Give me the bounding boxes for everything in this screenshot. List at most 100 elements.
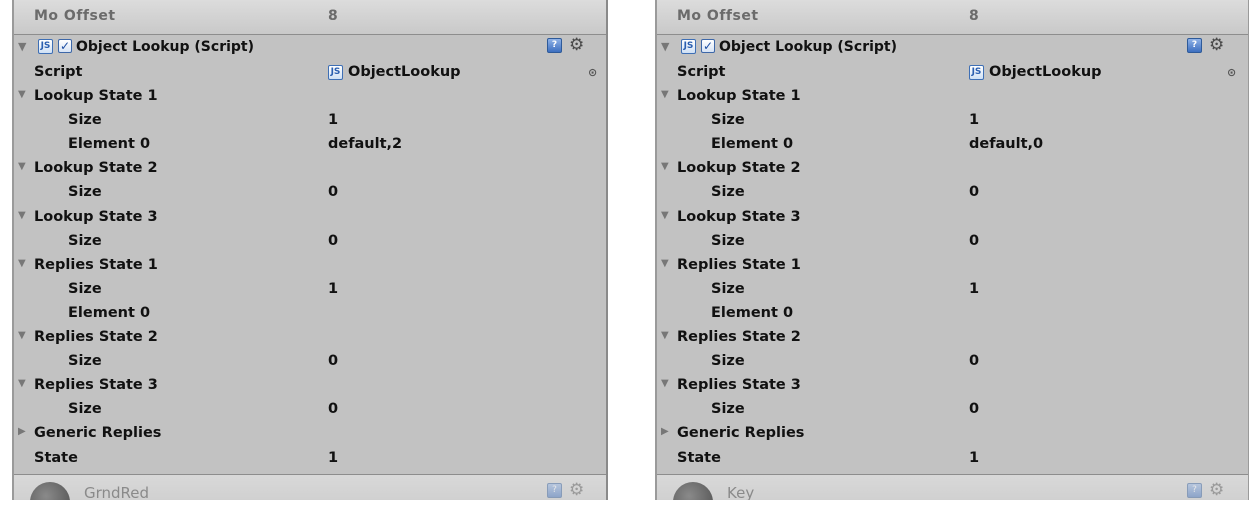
- property-row: Element 0 default,0: [657, 132, 1248, 156]
- javascript-icon: JS: [969, 64, 984, 80]
- separator: [657, 34, 1248, 35]
- gear-icon[interactable]: ⚙: [569, 35, 584, 55]
- triangle-down-icon[interactable]: ▼: [661, 161, 669, 172]
- property-row: State 1: [14, 446, 606, 470]
- inspector-panel-right: Mo Offset 8 ▼ JS ✓ Object Lookup (Script)? ⚙ Sc…: [655, 0, 1249, 500]
- gear-icon[interactable]: ⚙: [1209, 480, 1224, 500]
- property-label: Size: [711, 232, 745, 249]
- script-name: ObjectLookup: [348, 64, 461, 80]
- separator: [14, 34, 606, 35]
- property-value[interactable]: default,2: [328, 136, 402, 152]
- property-row: Size 0: [657, 180, 1248, 204]
- component-header: ▼ JS ✓ Object Lookup (Script)? ⚙: [14, 35, 606, 60]
- help-book-icon[interactable]: ?: [547, 38, 562, 53]
- gear-icon[interactable]: ⚙: [569, 480, 584, 500]
- property-label: Size: [711, 401, 745, 418]
- triangle-down-icon[interactable]: ▼: [661, 330, 669, 341]
- script-name: ObjectLookup: [989, 64, 1102, 80]
- property-value[interactable]: 0: [328, 184, 338, 200]
- property-row: ▼ Replies State 1: [657, 253, 1248, 277]
- triangle-down-icon[interactable]: ▼: [18, 378, 26, 389]
- enabled-checkbox[interactable]: ✓: [701, 39, 715, 53]
- property-row: Size 0: [657, 229, 1248, 253]
- property-row: ▼ Replies State 3: [14, 373, 606, 397]
- property-label: Size: [711, 112, 745, 129]
- property-value[interactable]: 0: [969, 401, 979, 417]
- component-title: Object Lookup (Script): [719, 39, 898, 55]
- mo-offset-value[interactable]: 8: [969, 8, 979, 24]
- property-label: State: [677, 449, 721, 466]
- property-row: State 1: [657, 446, 1248, 470]
- component-title: Object Lookup (Script): [76, 39, 255, 55]
- property-label: Size: [711, 184, 745, 201]
- separator: [657, 474, 1248, 475]
- property-value[interactable]: 0: [969, 184, 979, 200]
- property-value[interactable]: 1: [969, 450, 979, 466]
- property-label: Replies State 3: [34, 377, 158, 394]
- property-value[interactable]: 0: [969, 353, 979, 369]
- object-avatar-icon: [30, 482, 70, 500]
- triangle-right-icon[interactable]: ▶: [18, 426, 26, 437]
- gear-icon[interactable]: ⚙: [1209, 35, 1224, 55]
- next-component-header: Key? ⚙: [657, 474, 1248, 500]
- enabled-checkbox[interactable]: ✓: [58, 39, 72, 53]
- property-row: Size 0: [14, 229, 606, 253]
- property-label: Generic Replies: [34, 425, 162, 442]
- property-label: Replies State 2: [677, 329, 801, 345]
- inspector-panel-left: Mo Offset 8 ▼ JS ✓ Object Lookup (Script)? ⚙ Sc…: [12, 0, 608, 500]
- property-label: Replies State 2: [34, 329, 158, 345]
- property-label: Size: [68, 112, 102, 129]
- script-field[interactable]: JS ObjectLookup: [328, 64, 461, 80]
- next-component-name: Key: [727, 484, 755, 500]
- triangle-down-icon[interactable]: ▼: [661, 258, 669, 269]
- triangle-down-icon[interactable]: ▼: [18, 258, 26, 269]
- property-value[interactable]: 0: [969, 233, 979, 249]
- property-row: Size 0: [14, 397, 606, 421]
- property-row: ▼ Replies State 2: [14, 325, 606, 349]
- property-value[interactable]: 0: [328, 353, 338, 369]
- property-value[interactable]: 1: [969, 112, 979, 128]
- object-picker-icon[interactable]: ⊙: [588, 66, 597, 79]
- property-value[interactable]: 1: [328, 112, 338, 128]
- property-label: Size: [68, 401, 102, 418]
- property-row: Element 0 default,2: [14, 132, 606, 156]
- triangle-down-icon[interactable]: ▼: [661, 210, 669, 221]
- object-picker-icon[interactable]: ⊙: [1227, 66, 1236, 79]
- property-label: Generic Replies: [677, 425, 805, 442]
- property-label: Lookup State 3: [677, 208, 801, 225]
- foldout-arrow-icon[interactable]: ▼: [661, 40, 669, 53]
- property-row: Size 1: [14, 277, 606, 301]
- triangle-right-icon[interactable]: ▶: [661, 426, 669, 437]
- mo-offset-value[interactable]: 8: [328, 8, 338, 24]
- property-value[interactable]: default,0: [969, 136, 1043, 152]
- property-value[interactable]: 0: [328, 401, 338, 417]
- foldout-arrow-icon[interactable]: ▼: [18, 40, 26, 53]
- help-book-icon[interactable]: ?: [1187, 483, 1202, 498]
- property-label: State: [34, 449, 78, 466]
- property-row: ▼ Replies State 3: [657, 373, 1248, 397]
- triangle-down-icon[interactable]: ▼: [18, 330, 26, 341]
- help-book-icon[interactable]: ?: [1187, 38, 1202, 53]
- property-row: ▼ Lookup State 2: [14, 156, 606, 180]
- property-row: Size 1: [657, 277, 1248, 301]
- triangle-down-icon[interactable]: ▼: [661, 378, 669, 389]
- script-field[interactable]: JS ObjectLookup: [969, 64, 1102, 80]
- javascript-icon: JS: [328, 64, 343, 80]
- triangle-down-icon[interactable]: ▼: [18, 89, 26, 100]
- property-value[interactable]: 0: [328, 233, 338, 249]
- property-row: ▼ Lookup State 3: [657, 205, 1248, 229]
- object-avatar-icon: [673, 482, 713, 500]
- triangle-down-icon[interactable]: ▼: [18, 210, 26, 221]
- triangle-down-icon[interactable]: ▼: [18, 161, 26, 172]
- property-value[interactable]: 1: [328, 450, 338, 466]
- property-label: Lookup State 2: [34, 160, 158, 177]
- property-row: ▶ Generic Replies: [14, 421, 606, 445]
- property-row: Size 0: [14, 349, 606, 373]
- mo-offset-row: Mo Offset 8: [657, 0, 1248, 34]
- property-value[interactable]: 1: [969, 281, 979, 297]
- script-row: Script JS ObjectLookup ⊙: [14, 60, 606, 84]
- mo-offset-row: Mo Offset 8: [14, 0, 606, 34]
- property-value[interactable]: 1: [328, 281, 338, 297]
- triangle-down-icon[interactable]: ▼: [661, 89, 669, 100]
- help-book-icon[interactable]: ?: [547, 483, 562, 498]
